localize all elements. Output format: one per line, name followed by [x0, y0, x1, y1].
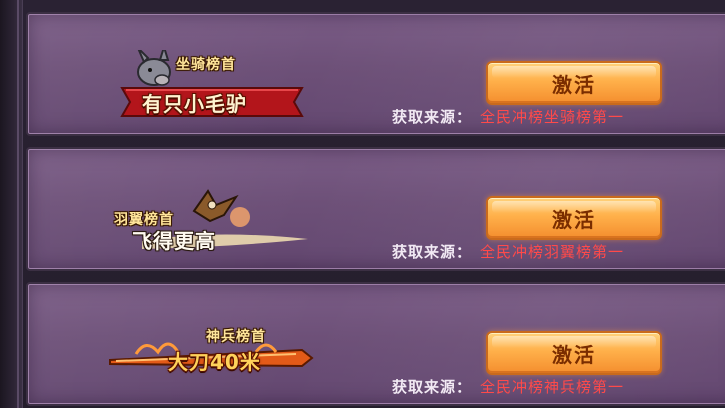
title-list-screen: 坐骑榜首 有只小毛驴 激活 获取来源： 全民冲榜坐骑榜第一 羽翼榜首 飞得更高 … [0, 0, 725, 408]
source-label: 获取来源： [392, 378, 473, 396]
source-value: 全民冲榜神兵榜第一 [480, 378, 625, 396]
title-card-weapon: 神兵榜首 大刀40米 激活 获取来源： 全民冲榜神兵榜第一 [26, 282, 725, 406]
source-label: 获取来源： [392, 108, 473, 126]
source-value: 全民冲榜坐骑榜第一 [480, 108, 625, 126]
activate-button[interactable]: 激活 [486, 61, 662, 105]
badge-main-text: 大刀40米 [168, 350, 261, 374]
activate-button[interactable]: 激活 [486, 331, 662, 375]
badge-title: 坐骑榜首 [176, 57, 236, 73]
badge-main-text: 飞得更高 [132, 229, 216, 253]
title-badge: 羽翼榜首 飞得更高 [112, 187, 312, 257]
source-label: 获取来源： [392, 243, 473, 261]
title-badge: 神兵榜首 大刀40米 [106, 324, 314, 394]
activate-button-label: 激活 [552, 72, 596, 97]
activate-button-label: 激活 [552, 342, 596, 367]
title-card-wings: 羽翼榜首 飞得更高 激活 获取来源： 全民冲榜羽翼榜第一 [26, 147, 725, 271]
source-value: 全民冲榜羽翼榜第一 [480, 243, 625, 261]
left-rail [0, 0, 23, 408]
source-row: 获取来源： 全民冲榜神兵榜第一 [392, 376, 624, 397]
source-row: 获取来源： 全民冲榜羽翼榜第一 [392, 241, 624, 262]
source-row: 获取来源： 全民冲榜坐骑榜第一 [392, 106, 624, 127]
title-card-mount: 坐骑榜首 有只小毛驴 激活 获取来源： 全民冲榜坐骑榜第一 [26, 12, 725, 136]
activate-button[interactable]: 激活 [486, 196, 662, 240]
badge-main-text: 有只小毛驴 [142, 92, 247, 116]
badge-title: 神兵榜首 [206, 329, 266, 345]
activate-button-label: 激活 [552, 207, 596, 232]
title-list[interactable]: 坐骑榜首 有只小毛驴 激活 获取来源： 全民冲榜坐骑榜第一 羽翼榜首 飞得更高 … [22, 0, 725, 408]
title-badge: 坐骑榜首 有只小毛驴 [112, 50, 312, 120]
